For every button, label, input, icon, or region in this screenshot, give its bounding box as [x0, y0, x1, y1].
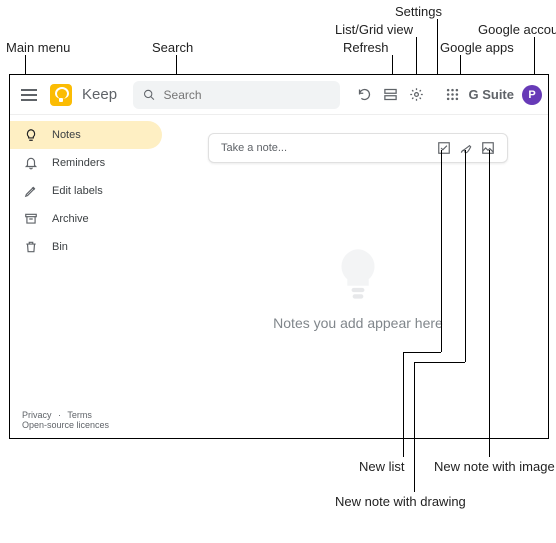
callout-refresh: Refresh	[343, 40, 389, 55]
gsuite-label: G Suite	[468, 87, 514, 102]
sidebar-item-edit-labels[interactable]: Edit labels	[10, 177, 162, 205]
top-icons: G Suite P	[352, 83, 542, 107]
topbar: Keep G Suite	[10, 75, 548, 115]
view-toggle-button[interactable]	[378, 83, 402, 107]
brush-icon	[459, 141, 473, 155]
sidebar-item-notes[interactable]: Notes	[10, 121, 162, 149]
sidebar-item-label: Edit labels	[52, 185, 103, 197]
footer-privacy-link[interactable]: Privacy	[22, 410, 52, 420]
take-note-input[interactable]: Take a note...	[208, 133, 508, 163]
sidebar-item-bin[interactable]: Bin	[10, 233, 162, 261]
footer: Privacy · Terms Open-source licences	[10, 402, 168, 438]
callout-google-apps: Google apps	[440, 40, 514, 55]
sidebar-item-reminders[interactable]: Reminders	[10, 149, 162, 177]
callout-settings: Settings	[395, 4, 442, 19]
callout-new-image: New note with image	[434, 459, 555, 474]
app-title: Keep	[82, 86, 117, 103]
bell-icon	[24, 156, 38, 170]
callout-google-account: Google account	[478, 22, 556, 37]
refresh-button[interactable]	[352, 83, 376, 107]
callout-new-list: New list	[359, 459, 405, 474]
bulb-icon	[24, 128, 38, 142]
footer-opensource-link[interactable]: Open-source licences	[22, 420, 109, 430]
sidebar-item-label: Bin	[52, 241, 68, 253]
sidebar: Notes Reminders Edit labels Archive	[10, 115, 168, 438]
sidebar-item-label: Reminders	[52, 157, 105, 169]
image-icon	[481, 141, 495, 155]
settings-button[interactable]	[404, 83, 428, 107]
main-menu-button[interactable]	[16, 82, 42, 108]
archive-icon	[24, 212, 38, 226]
checkbox-icon	[437, 141, 451, 155]
footer-terms-link[interactable]: Terms	[67, 410, 92, 420]
refresh-icon	[357, 87, 372, 102]
apps-grid-icon	[445, 87, 460, 102]
gear-icon	[409, 87, 424, 102]
callout-search: Search	[152, 40, 193, 55]
app-frame: Keep G Suite	[9, 74, 549, 439]
new-list-button[interactable]	[433, 137, 455, 159]
main-area: Take a note... Notes you add appear her	[168, 115, 548, 438]
account-avatar[interactable]: P	[522, 85, 542, 105]
sidebar-item-archive[interactable]: Archive	[10, 205, 162, 233]
take-note-placeholder: Take a note...	[221, 142, 433, 154]
sidebar-item-label: Notes	[52, 129, 81, 141]
google-apps-button[interactable]	[440, 83, 464, 107]
search-icon	[143, 88, 155, 102]
empty-state: Notes you add appear here	[168, 245, 548, 331]
empty-state-text: Notes you add appear here	[168, 315, 548, 331]
callout-list-grid: List/Grid view	[335, 22, 413, 37]
pencil-icon	[24, 184, 38, 198]
keep-logo-icon	[50, 84, 72, 106]
trash-icon	[24, 240, 38, 254]
new-image-button[interactable]	[477, 137, 499, 159]
hamburger-icon	[21, 89, 37, 101]
callout-new-drawing: New note with drawing	[335, 494, 466, 509]
sidebar-item-label: Archive	[52, 213, 89, 225]
new-drawing-button[interactable]	[455, 137, 477, 159]
list-view-icon	[383, 87, 398, 102]
callout-main-menu: Main menu	[6, 40, 70, 55]
bulb-large-icon	[328, 245, 388, 305]
search-box[interactable]	[133, 81, 340, 109]
search-input[interactable]	[164, 88, 331, 102]
